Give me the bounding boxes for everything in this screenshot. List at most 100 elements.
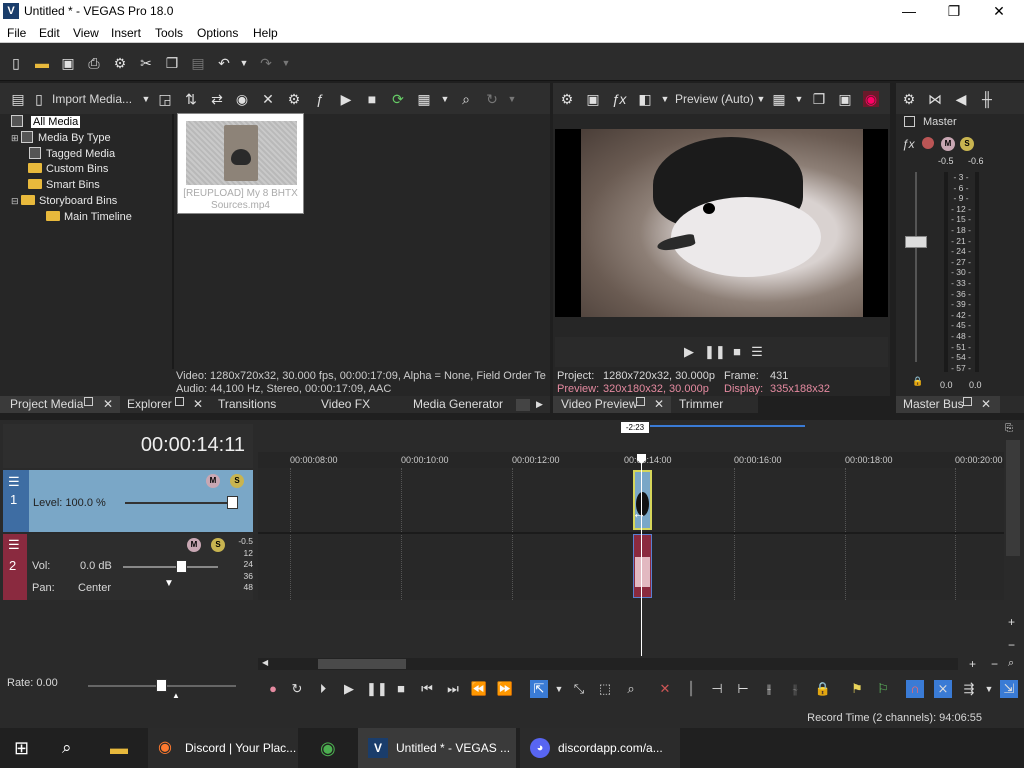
pause-icon[interactable]: ❚❚ — [366, 680, 388, 698]
go-to-start-icon[interactable]: ⏮ — [418, 680, 436, 698]
tree-main-timeline[interactable]: Main Timeline — [64, 211, 132, 223]
copy-snapshot-icon[interactable]: ❐ — [811, 91, 827, 107]
quality-dropdown-icon[interactable]: ▼ — [753, 91, 769, 107]
zoom-in-horizontal-icon[interactable]: + — [969, 657, 976, 671]
new-icon[interactable]: ▯ — [8, 55, 24, 71]
next-frame-icon[interactable]: ⏩ — [496, 680, 514, 698]
scroll-thumb[interactable] — [318, 659, 406, 669]
views-dropdown-icon[interactable]: ▼ — [437, 91, 453, 107]
tree-media-by-type[interactable]: Media By Type — [38, 132, 111, 144]
play-icon[interactable]: ▶ — [338, 91, 354, 107]
menu-insert[interactable]: Insert — [111, 26, 141, 40]
loop-region[interactable] — [650, 425, 805, 427]
prev-frame-icon[interactable]: ⏪ — [470, 680, 488, 698]
master-checkbox[interactable] — [904, 116, 915, 127]
tab-explorer[interactable]: Explorer — [127, 397, 172, 411]
zoom-tool-icon[interactable]: ⌕ — [1008, 657, 1014, 670]
track-mute-icon[interactable]: M — [206, 474, 220, 488]
import-media-button[interactable]: Import Media... — [52, 92, 132, 106]
tab-close-icon[interactable]: ✕ — [193, 397, 203, 411]
preview-settings-gear-icon[interactable]: ⚙ — [559, 91, 575, 107]
preview-menu-icon[interactable]: ☰ — [748, 343, 766, 361]
insert-region-icon[interactable]: ⚐ — [874, 680, 892, 698]
tab-master-bus[interactable]: Master Bus — [903, 397, 964, 411]
track-menu-icon[interactable]: ☰ — [8, 537, 20, 553]
trim-icon[interactable]: ┃ — [682, 680, 700, 698]
preview-device-icon[interactable]: ▣ — [585, 91, 601, 107]
tab-next-icon[interactable]: ▶ — [536, 399, 543, 410]
save-snapshot-icon[interactable]: ▣ — [837, 91, 853, 107]
audio-track-header[interactable]: ☰ 2 M S Vol: 0.0 dB Pan: Center ▼ -0.5 1… — [3, 534, 253, 600]
master-solo-icon[interactable]: S — [960, 137, 974, 151]
stop-icon[interactable]: ■ — [364, 91, 380, 107]
refresh-dropdown-icon[interactable]: ▼ — [504, 91, 520, 107]
search-icon[interactable]: ⌕ — [62, 728, 72, 768]
panel-splitter[interactable] — [172, 114, 174, 369]
snapping-icon[interactable]: ∩ — [906, 680, 924, 698]
taskbar-vegas[interactable]: V Untitled * - VEGAS ... — [358, 728, 516, 768]
zoom-out-horizontal-icon[interactable]: − — [991, 657, 998, 671]
marker-icon[interactable]: ⎘ — [1005, 423, 1020, 438]
pan-handle[interactable]: ▼ — [164, 578, 174, 589]
selection-tool-icon[interactable]: ⬚ — [596, 680, 614, 698]
menu-help[interactable]: Help — [253, 26, 278, 40]
tab-video-preview[interactable]: Video Preview — [561, 397, 638, 411]
tab-project-media[interactable]: Project Media — [10, 397, 83, 411]
overlays-grid-icon[interactable]: ▦ — [771, 91, 787, 107]
mixer-icon[interactable]: ╫ — [979, 91, 995, 107]
audio-clip[interactable] — [633, 534, 652, 598]
video-clip[interactable] — [633, 470, 652, 530]
render-icon[interactable]: ⎙ — [86, 55, 102, 71]
menu-view[interactable]: View — [73, 26, 99, 40]
paste-icon[interactable]: ▤ — [190, 55, 206, 71]
master-fader-handle[interactable] — [905, 236, 927, 248]
preview-play-icon[interactable]: ▶ — [680, 343, 698, 361]
time-ruler[interactable]: 00:00:08:00 00:00:10:00 00:00:12:00 00:0… — [258, 452, 1004, 468]
windows-start-icon[interactable]: ⊞ — [14, 728, 29, 768]
preview-stop-icon[interactable]: ■ — [728, 343, 746, 361]
tree-custom-bins[interactable]: Custom Bins — [46, 163, 108, 175]
get-media-icon[interactable]: ⇅ — [183, 91, 199, 107]
media-thumbnail[interactable]: [REUPLOAD] My 8 BHTX Sources.mp4 — [177, 113, 304, 214]
video-fx-icon[interactable]: ƒx — [611, 91, 627, 107]
normal-edit-tool-icon[interactable]: ⇱ — [530, 680, 548, 698]
chrome-icon[interactable]: ◉ — [320, 728, 336, 768]
vertical-scrollbar[interactable] — [1006, 440, 1020, 556]
tab-undock-icon[interactable] — [963, 397, 972, 406]
master-mute-icon[interactable]: M — [941, 137, 955, 151]
cut-icon[interactable]: ✂ — [138, 55, 154, 71]
zoom-out-vertical-icon[interactable]: − — [1008, 638, 1015, 652]
downmix-icon[interactable]: ⋈ — [927, 91, 943, 107]
menu-options[interactable]: Options — [197, 26, 238, 40]
tab-scroll-icon[interactable] — [516, 399, 530, 411]
remove-icon[interactable]: ✕ — [260, 91, 276, 107]
tab-media-generator[interactable]: Media Generator — [413, 397, 503, 411]
scroll-left-icon[interactable]: ◀ — [262, 658, 268, 667]
insert-marker-icon[interactable]: ⚑ — [848, 680, 866, 698]
track-mute-icon[interactable]: M — [187, 538, 201, 552]
overlays-dropdown-icon[interactable]: ▼ — [791, 91, 807, 107]
undo-dropdown-icon[interactable]: ▼ — [236, 55, 252, 71]
open-icon[interactable]: ▬ — [34, 55, 50, 71]
rate-slider-handle[interactable] — [156, 679, 167, 692]
zoom-select-icon[interactable]: ⌕ — [622, 680, 640, 698]
undo-icon[interactable]: ↶ — [216, 55, 232, 71]
track-menu-icon[interactable]: ☰ — [8, 474, 20, 490]
envelope-tool-icon[interactable]: ⤡ — [570, 680, 588, 698]
menu-edit[interactable]: Edit — [39, 26, 60, 40]
menu-file[interactable]: File — [7, 26, 26, 40]
refresh-icon[interactable]: ↻ — [484, 91, 500, 107]
video-track-header[interactable]: ☰ 1 M S Level: 100.0 % — [3, 470, 253, 532]
master-fx-icon[interactable]: ƒx — [902, 137, 915, 151]
tab-close-icon[interactable]: ✕ — [103, 397, 113, 411]
split-icon[interactable]: ⫲ — [760, 680, 778, 698]
play-icon[interactable]: ▶ — [340, 680, 358, 698]
views-icon[interactable]: ▦ — [416, 91, 432, 107]
mixer-settings-gear-icon[interactable]: ⚙ — [901, 91, 917, 107]
auto-preview-icon[interactable]: ⟳ — [390, 91, 406, 107]
close-button[interactable]: ✕ — [976, 0, 1022, 23]
tab-undock-icon[interactable] — [636, 397, 645, 406]
menu-tools[interactable]: Tools — [155, 26, 183, 40]
record-icon[interactable]: ● — [264, 680, 282, 698]
tab-close-icon[interactable]: ✕ — [654, 397, 664, 411]
